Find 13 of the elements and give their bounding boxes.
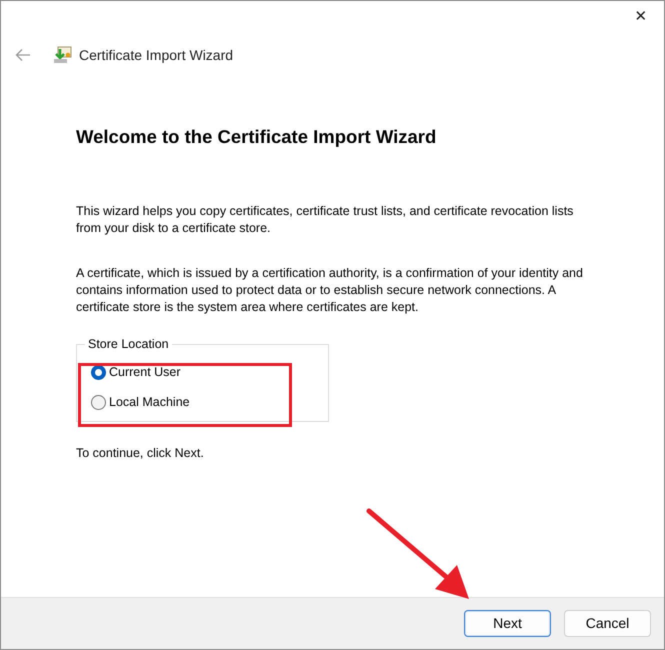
radio-option[interactable]: Local Machine — [91, 388, 190, 418]
instruction-text: To continue, click Next. — [76, 444, 205, 462]
radio-button[interactable] — [91, 365, 106, 380]
next-button[interactable]: Next — [464, 610, 551, 637]
cancel-button[interactable]: Cancel — [564, 610, 651, 637]
window-title: Certificate Import Wizard — [79, 46, 234, 65]
radio-option[interactable]: Current User — [91, 358, 181, 388]
close-button[interactable]: ✕ — [618, 1, 664, 33]
description-text: This wizard helps you copy certificates, certificate trust lists, and certificate revocation lists from your disk to a certificate store. — [76, 202, 574, 237]
radio-button[interactable] — [91, 395, 106, 410]
certificate-icon — [53, 45, 73, 65]
description-text: A certificate, which is issued by a certification authority, is a confirmation of your identity and contains information used to protect data or to establish secure network connections. A certificate store is the system area where certificates are kept. — [76, 264, 584, 316]
wizard-heading: Welcome to the Certificate Import Wizard — [76, 125, 438, 149]
